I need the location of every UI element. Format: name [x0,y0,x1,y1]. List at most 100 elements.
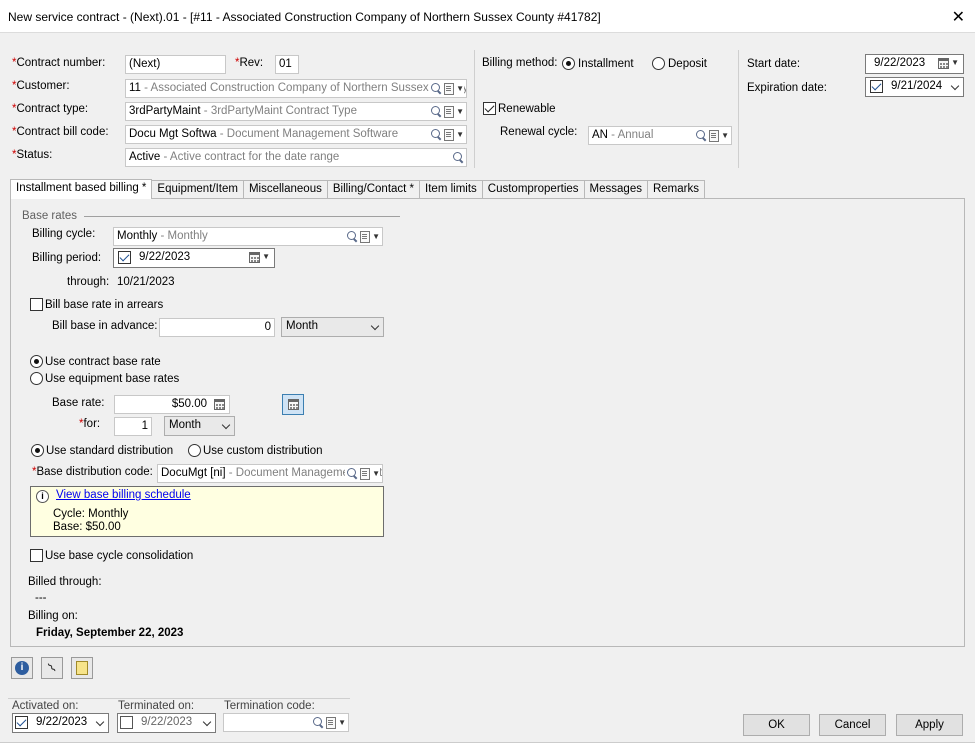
use-equipment-base-rates-label: Use equipment base rates [45,373,180,385]
page-icon[interactable] [360,230,371,243]
tab-miscellaneous[interactable]: Miscellaneous [242,180,328,199]
tab-messages[interactable]: Messages [583,180,648,199]
bill-advance-input[interactable]: 0 [159,318,275,337]
view-base-billing-schedule-link[interactable]: View base billing schedule [56,489,191,501]
attachment-button[interactable]: ⌇ [41,657,63,679]
billing-on-label: Billing on: [28,610,78,622]
use-contract-base-rate-radio[interactable] [30,355,43,368]
chevron-down-icon[interactable] [202,717,212,727]
chevron-down-icon[interactable] [950,81,960,91]
schedule-calendar-button[interactable] [282,394,304,415]
tab-custom-properties[interactable]: Customproperties [481,180,585,199]
use-contract-base-rate-label: Use contract base rate [45,356,161,368]
dropdown-arrow-icon[interactable]: ▼ [456,84,464,93]
use-equipment-base-rates-radio[interactable] [30,372,43,385]
dropdown-arrow-icon[interactable]: ▼ [262,252,270,263]
billed-through-label: Billed through: [28,576,102,588]
use-standard-distribution-label: Use standard distribution [46,445,174,457]
billing-period-checkbox[interactable] [118,251,131,264]
customer-lookup[interactable]: 11 - Associated Construction Company of … [125,79,467,98]
close-icon[interactable]: ✕ [952,7,965,27]
page-icon[interactable] [444,128,455,141]
title-bar: New service contract - (Next).01 - [#11 … [0,0,975,33]
bill-arrears-checkbox[interactable] [30,298,43,311]
search-icon[interactable] [431,83,442,94]
search-icon[interactable] [696,130,707,141]
tab-equipment-item[interactable]: Equipment/Item [151,180,244,199]
for-unit-select[interactable]: Month [164,416,235,436]
billing-method-installment-radio[interactable] [562,57,575,70]
contract-number-input[interactable]: (Next) [125,55,226,74]
base-cycle-consolidation-checkbox[interactable] [30,549,43,562]
contract-type-label: *Contract type: [12,103,89,115]
search-icon[interactable] [431,129,442,140]
section-divider [84,216,400,217]
dropdown-arrow-icon[interactable]: ▼ [456,107,464,116]
tab-item-limits[interactable]: Item limits [419,180,483,199]
search-icon[interactable] [347,468,358,479]
info-icon: i [36,490,49,503]
expiration-date-picker[interactable]: 9/21/2024 [865,77,964,97]
search-icon[interactable] [313,717,324,728]
dropdown-arrow-icon[interactable]: ▼ [372,232,380,241]
renewal-cycle-lookup[interactable]: AN - Annual ▼ [588,126,732,145]
chevron-down-icon[interactable] [95,717,105,727]
apply-button[interactable]: Apply [896,714,963,736]
page-icon[interactable] [444,105,455,118]
cancel-button[interactable]: Cancel [819,714,886,736]
dropdown-arrow-icon[interactable]: ▼ [456,130,464,139]
search-icon[interactable] [431,106,442,117]
bill-advance-unit-select[interactable]: Month [281,317,384,337]
info-button[interactable]: i [11,657,33,679]
billing-method-deposit-radio[interactable] [652,57,665,70]
search-icon[interactable] [347,231,358,242]
search-icon[interactable] [453,152,464,163]
expiration-date-checkbox[interactable] [870,80,883,93]
use-custom-distribution-radio[interactable] [188,444,201,457]
termination-code-lookup[interactable]: ▼ [223,713,349,732]
notes-button[interactable] [71,657,93,679]
calendar-icon[interactable] [938,58,950,69]
renewable-label: Renewable [498,103,556,115]
use-standard-distribution-radio[interactable] [31,444,44,457]
page-icon[interactable] [326,716,337,729]
billing-period-picker[interactable]: 9/22/2023 ▼ [113,248,275,268]
dropdown-arrow-icon[interactable]: ▼ [372,469,380,478]
start-date-label: Start date: [747,58,801,70]
renewable-checkbox[interactable] [483,102,496,115]
schedule-base-text: Base: $50.00 [53,521,121,533]
tab-billing-contact[interactable]: Billing/Contact * [326,180,421,199]
activated-on-picker[interactable]: 9/22/2023 [12,713,109,733]
billing-cycle-lookup[interactable]: Monthly - Monthly ▼ [113,227,383,246]
terminated-on-checkbox[interactable] [120,716,133,729]
billing-period-label: Billing period: [32,252,102,264]
dropdown-arrow-icon[interactable]: ▼ [338,718,346,727]
calendar-icon[interactable] [249,252,261,263]
through-label: through: [67,276,110,288]
info-icon: i [15,661,29,675]
dropdown-arrow-icon[interactable]: ▼ [721,131,729,140]
activated-on-checkbox[interactable] [15,716,28,729]
terminated-on-picker[interactable]: 9/22/2023 [117,713,216,733]
calculator-icon[interactable] [214,399,225,410]
rev-input[interactable]: 01 [275,55,299,74]
page-icon[interactable] [444,82,455,95]
activated-on-label: Activated on: [12,700,79,712]
tab-remarks[interactable]: Remarks [646,180,705,199]
page-icon[interactable] [360,467,371,480]
status-lookup[interactable]: Active - Active contract for the date ra… [125,148,467,167]
contract-type-lookup[interactable]: 3rdPartyMaint - 3rdPartyMaint Contract T… [125,102,467,121]
base-distribution-code-lookup[interactable]: DocuMgt [ni] - Document Management Softw… [157,464,383,483]
dropdown-arrow-icon[interactable]: ▼ [951,58,959,69]
base-rate-input[interactable]: $50.00 [114,395,230,414]
paperclip-icon: ⌇ [44,659,59,676]
schedule-cycle-text: Cycle: Monthly [53,508,129,520]
terminated-on-label: Terminated on: [118,700,195,712]
for-input[interactable]: 1 [114,417,152,436]
tab-installment-billing[interactable]: Installment based billing * [10,179,153,199]
contract-bill-code-lookup[interactable]: Docu Mgt Softwa - Document Management So… [125,125,467,144]
page-icon[interactable] [709,129,720,142]
calendar-icon [287,399,299,410]
ok-button[interactable]: OK [743,714,810,736]
start-date-picker[interactable]: 9/22/2023 ▼ [865,54,964,74]
